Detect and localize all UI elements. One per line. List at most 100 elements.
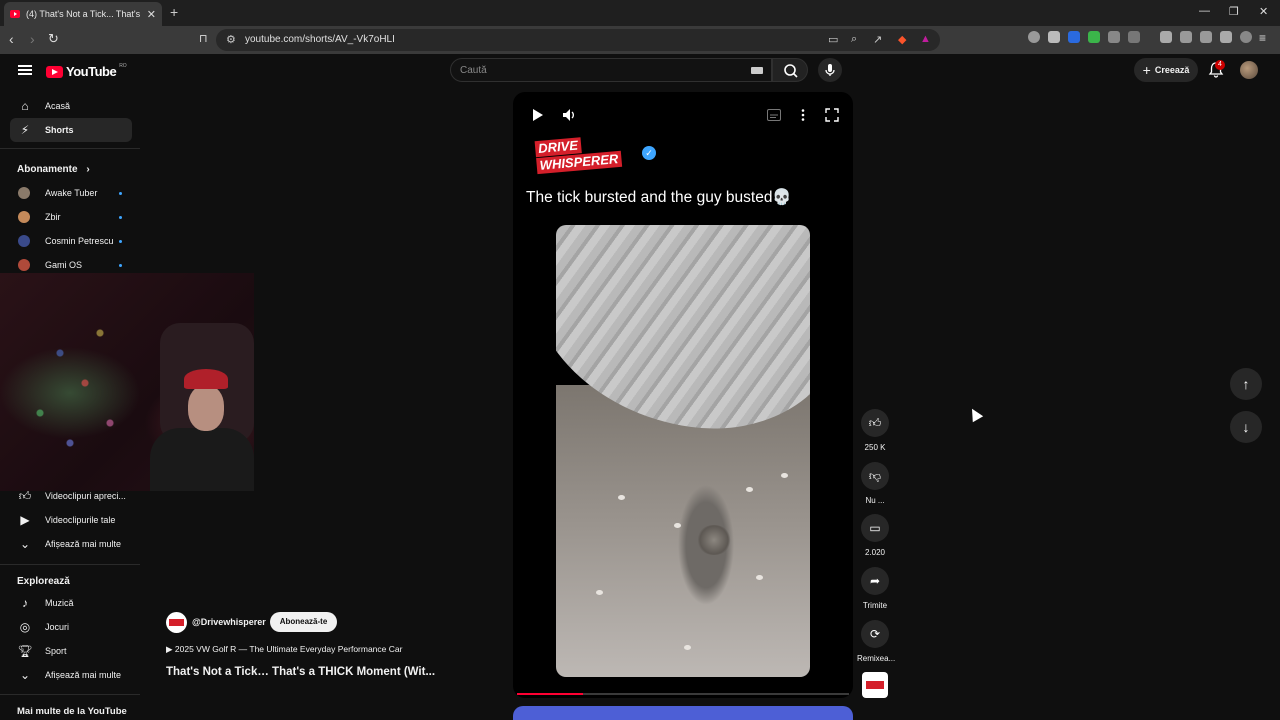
video-frame[interactable] — [556, 225, 810, 677]
sidebar-item-your-videos[interactable]: ▶ Videoclipurile tale — [10, 508, 132, 532]
sidebar-subscription-cosmin-petrescu[interactable]: Cosmin Petrescu — [10, 230, 132, 252]
shield-extension-icon[interactable] — [1048, 31, 1060, 43]
sidebar-item-shorts[interactable]: ⚡ Shorts — [10, 118, 132, 142]
restore-button[interactable]: ❐ — [1229, 5, 1239, 18]
share-action[interactable]: ➦ Trimite — [857, 567, 893, 610]
sidebar-toggle-icon[interactable] — [1180, 31, 1192, 43]
browser-menu-icon[interactable]: ≡ — [1259, 31, 1266, 45]
channel-handle[interactable]: @Drivewhisperer — [192, 617, 266, 627]
youtube-favicon-icon — [10, 10, 20, 18]
progress-bar[interactable] — [517, 693, 849, 695]
extension-icon[interactable] — [1028, 31, 1040, 43]
search-button[interactable] — [772, 58, 808, 82]
forward-arrow-icon[interactable]: › — [30, 31, 35, 47]
account-avatar[interactable] — [1240, 61, 1258, 79]
browser-nav-bar: ‹ › ↻ ⊓ ⚙ youtube.com/shorts/AV_-Vk7oHLI… — [0, 26, 1280, 54]
play-icon[interactable] — [530, 108, 544, 122]
previous-short-button[interactable]: ↑ — [1230, 368, 1262, 400]
share-page-icon[interactable]: ↗ — [873, 33, 882, 46]
like-count: 250 K — [864, 443, 886, 452]
minimize-button[interactable]: — — [1199, 5, 1210, 17]
music-icon[interactable] — [1160, 31, 1172, 43]
dislike-label: Nu ... — [865, 496, 885, 505]
subscription-name: Cosmin Petrescu — [45, 236, 114, 246]
keyboard-icon[interactable] — [751, 67, 763, 74]
sidebar-subscription-awake-tuber[interactable]: Awake Tuber — [10, 182, 132, 204]
brave-rewards-icon[interactable]: ▲ — [920, 33, 931, 45]
subscription-name: Zbir — [45, 212, 61, 222]
channel-avatar[interactable] — [166, 612, 187, 633]
next-short-button[interactable]: ↓ — [1230, 411, 1262, 443]
next-short-preview[interactable] — [513, 706, 853, 720]
bookmark-icon[interactable]: ⊓ — [199, 32, 208, 45]
url-text[interactable]: youtube.com/shorts/AV_-Vk7oHLI — [245, 34, 395, 45]
adblock-extension-icon[interactable] — [1088, 31, 1100, 43]
new-tab-button[interactable]: + — [170, 4, 178, 20]
site-info-icon[interactable]: ⚙ — [226, 33, 236, 46]
fullscreen-icon[interactable] — [825, 108, 839, 122]
vpn-icon[interactable] — [1240, 31, 1252, 43]
thumbs-up-icon[interactable]: 👍︎ — [861, 409, 889, 437]
zoom-icon[interactable]: ⌕ — [851, 33, 857, 46]
sidebar-item-label: Muzică — [45, 598, 74, 608]
pebble — [684, 645, 691, 650]
comment-icon[interactable]: ▭ — [861, 514, 889, 542]
like-action[interactable]: 👍︎ 250 K — [857, 409, 893, 452]
dislike-action[interactable]: 👎︎ Nu ... — [857, 462, 893, 505]
subscribe-button[interactable]: Abonează-te — [270, 612, 337, 632]
sidebar-divider — [0, 694, 140, 695]
translate-extension-icon[interactable] — [1068, 31, 1080, 43]
sound-channel-thumbnail[interactable] — [862, 672, 888, 698]
youtube-logo[interactable]: YouTube RO — [46, 63, 127, 79]
back-arrow-icon[interactable]: ‹ — [9, 31, 14, 47]
search-input[interactable]: Caută — [450, 58, 772, 82]
brave-shields-icon[interactable]: ◆ — [898, 33, 906, 46]
sidebar-show-more-1[interactable]: ⌄ Afișează mai multe — [10, 532, 132, 556]
channel-avatar — [18, 259, 30, 271]
sidebar-item-music[interactable]: ♪ Muzică — [10, 591, 132, 615]
tab-close-icon[interactable]: ✕ — [147, 8, 156, 21]
browser-tab[interactable]: (4) That's Not a Tick... That's a Th ✕ — [4, 2, 162, 26]
sidebar-item-home[interactable]: ⌂ Acasă — [10, 94, 132, 118]
wallet-icon[interactable] — [1200, 31, 1212, 43]
create-button[interactable]: + Creează — [1134, 58, 1198, 82]
comment-count: 2.020 — [864, 548, 886, 557]
pebble — [781, 473, 788, 478]
share-icon[interactable]: ➦ — [861, 567, 889, 595]
share-label: Trimite — [862, 601, 888, 610]
sidebar-item-sport[interactable]: 🏆︎ Sport — [10, 639, 132, 663]
reload-icon[interactable]: ↻ — [48, 31, 59, 47]
chevron-down-icon: ⌄ — [19, 668, 31, 682]
more-options-icon[interactable] — [800, 108, 806, 122]
thumbs-down-icon[interactable]: 👎︎ — [861, 462, 889, 490]
close-window-button[interactable]: ✕ — [1259, 5, 1268, 18]
voice-search-button[interactable] — [818, 58, 842, 82]
comments-action[interactable]: ▭ 2.020 — [857, 514, 893, 557]
remix-label: Remixea... — [857, 654, 896, 663]
verified-check-icon: ✓ — [642, 146, 656, 160]
screenshot-extension-icon[interactable] — [1128, 31, 1140, 43]
leo-ai-icon[interactable] — [1220, 31, 1232, 43]
remix-icon[interactable]: ⟳ — [861, 620, 889, 648]
short-title[interactable]: That's Not a Tick… That's a THICK Moment… — [166, 666, 435, 678]
sidebar-divider — [0, 564, 140, 565]
person-shirt — [150, 428, 254, 491]
volume-icon[interactable] — [562, 108, 576, 122]
more-from-youtube-header: Mai multe de la YouTube — [17, 706, 127, 717]
sidebar-item-label: Sport — [45, 646, 67, 656]
captions-icon[interactable] — [767, 109, 781, 121]
address-bar[interactable]: ⚙ youtube.com/shorts/AV_-Vk7oHLI ▭ ⌕ ↗ ◆… — [216, 29, 940, 51]
puzzle-extensions-icon[interactable] — [1108, 31, 1120, 43]
sidebar-item-games[interactable]: ◎ Jocuri — [10, 615, 132, 639]
sidebar-subscription-zbir[interactable]: Zbir — [10, 206, 132, 228]
cast-icon[interactable]: ▭ — [828, 33, 838, 46]
linked-video[interactable]: ▶ 2025 VW Golf R — The Ultimate Everyday… — [166, 644, 402, 655]
sidebar-show-more-2[interactable]: ⌄ Afișează mai multe — [10, 663, 132, 687]
channel-avatar — [18, 211, 30, 223]
hamburger-menu-icon[interactable] — [18, 65, 32, 75]
sidebar-item-liked-videos[interactable]: 👍︎ Videoclipuri apreci... — [10, 484, 132, 508]
subscriptions-header[interactable]: Abonamente › — [17, 164, 90, 175]
home-icon: ⌂ — [21, 99, 29, 113]
sidebar-item-label: Shorts — [45, 125, 74, 135]
remix-action[interactable]: ⟳ Remixea... — [857, 620, 896, 663]
